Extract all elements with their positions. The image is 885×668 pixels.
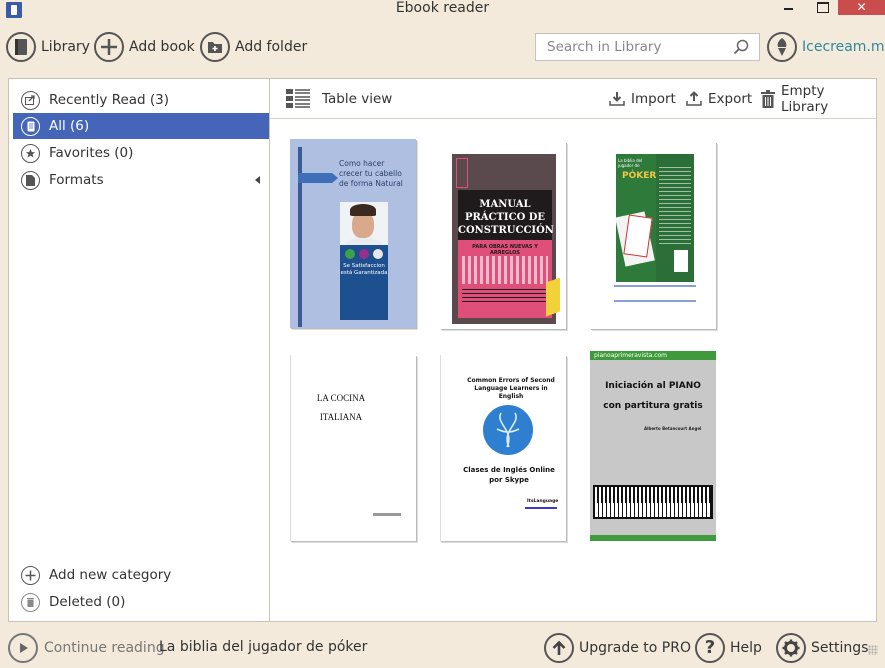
recent-icon (21, 90, 40, 110)
gear-icon (776, 633, 806, 663)
plus-icon (21, 565, 40, 585)
sidebar-item-label: Formats (49, 172, 104, 188)
book-cover[interactable]: La biblia del jugador de PÓKER PÓKER (590, 142, 716, 329)
star-icon (21, 143, 40, 163)
table-view-icon (286, 89, 310, 108)
add-folder-button[interactable]: Add folder (200, 31, 307, 63)
library-panel: Table view Import Export Empty Library C… (269, 78, 877, 622)
window-title: Ebook reader (395, 0, 490, 16)
upgrade-label: Upgrade to PRO (579, 640, 691, 656)
resize-grip[interactable] (868, 645, 878, 655)
book-title: Iniciación al PIANO (605, 381, 701, 391)
question-icon: ? (695, 633, 725, 663)
icecream-link[interactable]: Icecream.me (802, 39, 885, 55)
book-title: Common Errors of Second Language Learner… (467, 377, 555, 400)
settings-label: Settings (811, 640, 869, 656)
library-label: Library (41, 39, 90, 55)
settings-button[interactable]: Settings (776, 632, 868, 664)
upgrade-button[interactable]: Upgrade to PRO (544, 632, 691, 664)
export-button[interactable]: Export (686, 89, 752, 109)
book-title: MANUAL PRÁCTICO DE CONSTRUCCIÓN (458, 190, 554, 240)
book-publisher: ItsLanguage (527, 499, 559, 504)
library-button[interactable]: Library (6, 31, 90, 63)
sidebar-item-all[interactable]: All (6) (13, 113, 270, 139)
book-icon (21, 116, 40, 136)
import-label: Import (631, 91, 676, 107)
trash-icon (21, 592, 40, 612)
add-category-label: Add new category (49, 567, 172, 583)
sidebar-item-deleted[interactable]: Deleted (0) (13, 589, 270, 615)
add-folder-label: Add folder (235, 39, 308, 55)
help-label: Help (730, 640, 762, 656)
sidebar-item-formats[interactable]: Formats (13, 167, 270, 193)
folder-plus-icon (200, 32, 230, 62)
play-icon (8, 633, 38, 663)
plus-icon (94, 32, 124, 62)
book-site: pianoaprimeravista.com (590, 351, 716, 360)
file-icon (21, 170, 40, 190)
icecream-logo-icon (767, 32, 797, 62)
search-input[interactable] (536, 34, 726, 60)
sidebar-item-recently-read[interactable]: Recently Read (3) (13, 87, 270, 113)
icecream-link-button[interactable]: Icecream.me (767, 31, 885, 63)
continue-reading-book-title[interactable]: La biblia del jugador de póker (159, 639, 367, 655)
sidebar-item-label: Recently Read (3) (49, 92, 170, 108)
book-title: La biblia del jugador de PÓKER (618, 158, 643, 168)
help-button[interactable]: ? Help (695, 632, 762, 664)
add-category-button[interactable]: Add new category (13, 562, 270, 588)
book-cover[interactable]: pianoaprimeravista.com Iniciación al PIA… (590, 351, 716, 541)
book-title-line2: con partitura gratis (603, 401, 703, 411)
close-button[interactable]: ✕ (838, 0, 885, 15)
expand-arrow-icon[interactable] (255, 176, 260, 184)
book-title-line2: ITALIANA (319, 412, 363, 422)
export-label: Export (708, 91, 753, 107)
library-toolbar: Table view Import Export Empty Library (270, 79, 876, 119)
export-icon (686, 91, 702, 106)
continue-reading-label: Continue reading (44, 640, 165, 656)
sidebar-item-label: All (6) (49, 118, 90, 134)
add-book-button[interactable]: Add book (94, 31, 195, 63)
table-view-label: Table view (322, 91, 393, 107)
library-icon (6, 32, 36, 62)
sidebar-item-label: Deleted (0) (49, 594, 126, 610)
book-title: Como hacer crecer tu cabello de forma Na… (339, 159, 403, 188)
book-cover[interactable]: MANUAL PRÁCTICO DE CONSTRUCCIÓN PARA OBR… (440, 142, 566, 329)
search-box (535, 33, 760, 61)
empty-library-button[interactable]: Empty Library (761, 83, 876, 115)
maximize-button[interactable] (809, 0, 835, 15)
book-badge: Se Satisfaccion está Garantizada (340, 245, 388, 320)
book-author: Alberto Betancourt Angel (644, 426, 702, 431)
sidebar-item-favorites[interactable]: Favorites (0) (13, 140, 270, 166)
sidebar-item-label: Favorites (0) (49, 145, 134, 161)
language-logo-icon (483, 405, 533, 455)
import-icon (609, 92, 625, 106)
sidebar: Recently Read (3) All (6) Favorites (0) … (8, 78, 270, 622)
empty-library-label: Empty Library (781, 83, 829, 115)
book-cover[interactable]: Como hacer crecer tu cabello de forma Na… (290, 139, 416, 328)
continue-reading-button[interactable]: Continue reading (8, 633, 165, 663)
arrow-up-icon (544, 633, 574, 663)
trash-icon (761, 90, 775, 108)
minimize-button[interactable] (776, 0, 802, 15)
table-view-button[interactable]: Table view (286, 88, 392, 110)
book-cover[interactable]: LA COCINA ITALIANA (290, 355, 416, 541)
title-bar: Ebook reader ✕ (0, 0, 885, 20)
book-subtitle: Clases de Inglés Online por Skype (463, 466, 555, 484)
add-book-label: Add book (129, 39, 195, 55)
search-icon[interactable] (733, 39, 749, 55)
book-title: LA COCINA (316, 393, 366, 403)
book-subtitle: PARA OBRAS NUEVAS Y ARREGLOS (472, 244, 538, 256)
book-cover[interactable]: Common Errors of Second Language Learner… (440, 355, 566, 541)
import-button[interactable]: Import (609, 89, 676, 109)
